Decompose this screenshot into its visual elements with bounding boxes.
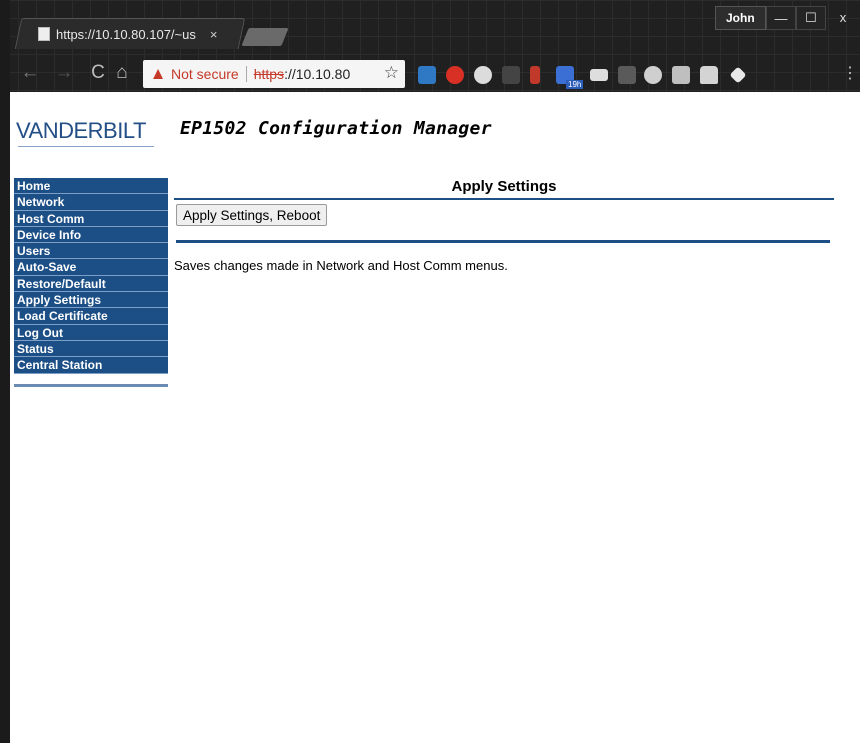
logo-underline	[18, 146, 154, 147]
extension-adblock-icon[interactable]	[446, 66, 464, 84]
sidebar-item-log-out[interactable]: Log Out	[14, 324, 168, 341]
title-divider	[174, 198, 834, 200]
browser-tab-content[interactable]: https://10.10.80.107/~us ×	[38, 24, 217, 44]
sidebar-item-auto-save[interactable]: Auto-Save	[14, 259, 168, 276]
page-content: VANDERBILT EP1502 Configuration Manager …	[10, 92, 860, 743]
url-protocol[interactable]: https	[254, 66, 284, 82]
forward-arrow-icon[interactable]: →	[52, 60, 76, 86]
sidebar-item-apply-settings[interactable]: Apply Settings	[14, 292, 168, 309]
url-host[interactable]: ://10.10.80	[284, 66, 350, 82]
reload-icon[interactable]: C	[86, 60, 110, 86]
extension-bookmark-icon[interactable]	[530, 66, 540, 84]
bookmark-star-icon[interactable]: ☆	[384, 63, 399, 83]
address-bar[interactable]: ▲ Not secure https ://10.10.80 ☆	[143, 60, 405, 88]
minimize-icon[interactable]: —	[766, 6, 796, 30]
sidebar-item-restore-default[interactable]: Restore/Default	[14, 275, 168, 293]
browser-toolbar: ← → C ⌂ ▲ Not secure https ://10.10.80 ☆…	[0, 56, 860, 92]
extension-hide-icon[interactable]	[644, 66, 662, 84]
browser-menu-icon[interactable]: ⋮	[842, 63, 858, 83]
sidebar-item-home[interactable]: Home	[14, 178, 168, 195]
tab-close-icon[interactable]: ×	[210, 27, 218, 42]
page-icon	[38, 27, 50, 41]
extension-e-icon[interactable]	[474, 66, 492, 84]
section-title: Apply Settings	[451, 178, 557, 195]
sidebar-item-host-comm[interactable]: Host Comm	[14, 210, 168, 227]
maximize-icon[interactable]: ☐	[796, 6, 826, 30]
extension-pdf-icon[interactable]	[618, 66, 636, 84]
home-icon[interactable]: ⌂	[110, 60, 134, 86]
warning-icon[interactable]: ▲	[148, 64, 168, 83]
tab-title: https://10.10.80.107/~us	[56, 26, 196, 42]
sidebar-bottom-edge	[14, 384, 168, 387]
sidebar-item-users[interactable]: Users	[14, 243, 168, 260]
apply-settings-reboot-button[interactable]: Apply Settings, Reboot	[176, 204, 328, 226]
new-tab-button[interactable]	[241, 28, 289, 46]
close-window-icon[interactable]: x	[826, 6, 860, 28]
extension-d-icon[interactable]	[502, 66, 520, 84]
description-text: Saves changes made in Network and Host C…	[174, 258, 508, 273]
browser-window: https://10.10.80.107/~us × John — ☐ x ← …	[0, 0, 860, 743]
window-border	[0, 0, 10, 743]
extension-arrow-icon[interactable]	[418, 66, 436, 84]
sidebar-nav: Home Network Host Comm Device Info Users…	[14, 178, 168, 374]
extension-dropbox-icon[interactable]	[672, 66, 690, 84]
sidebar-item-status[interactable]: Status	[14, 340, 168, 358]
back-arrow-icon[interactable]: ←	[18, 60, 42, 86]
sidebar-item-device-info[interactable]: Device Info	[14, 226, 168, 244]
extension-calendar-badge: 19h	[566, 80, 584, 89]
main-content: Apply Settings Apply Settings, Reboot Sa…	[174, 178, 834, 273]
page-title: EP1502 Configuration Manager	[180, 118, 492, 139]
profile-button[interactable]: John	[715, 6, 766, 30]
vanderbilt-logo: VANDERBILT	[16, 118, 146, 143]
sidebar-item-network[interactable]: Network	[14, 194, 168, 211]
extension-diamond-icon[interactable]	[729, 66, 747, 84]
not-secure-label[interactable]: Not secure	[171, 66, 239, 82]
section-divider	[176, 240, 830, 243]
extension-mail-icon[interactable]	[590, 69, 608, 81]
omnibox-separator	[245, 66, 247, 82]
extension-cloud-icon[interactable]	[700, 66, 718, 84]
sidebar-item-central-station[interactable]: Central Station	[14, 357, 168, 374]
sidebar-item-load-certificate[interactable]: Load Certificate	[14, 308, 168, 325]
